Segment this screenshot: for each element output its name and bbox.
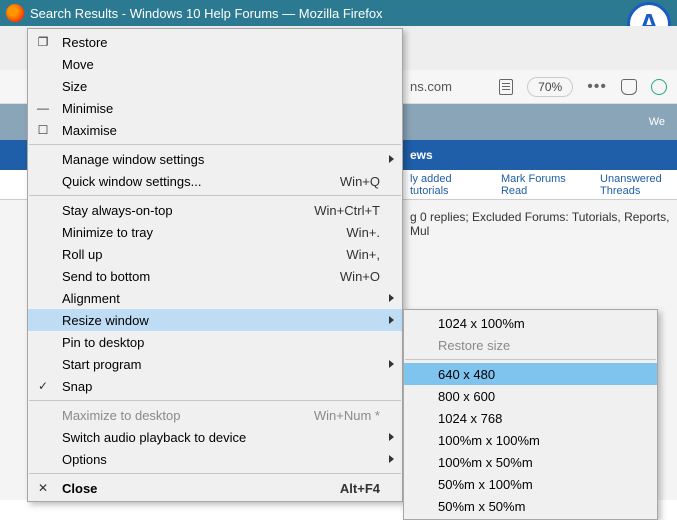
- menu-item-label: Snap: [62, 379, 380, 394]
- menu-item-switch-audio-playback-to-device[interactable]: Switch audio playback to device: [28, 426, 402, 448]
- forum-link[interactable]: ly added tutorials: [410, 173, 471, 197]
- menu-item-alignment[interactable]: Alignment: [28, 287, 402, 309]
- menu-item-minimize-to-tray[interactable]: Minimize to trayWin+.: [28, 221, 402, 243]
- menu-item-move[interactable]: Move: [28, 53, 402, 75]
- resize-option-50-m-x-100-m[interactable]: 50%m x 100%m: [404, 473, 657, 495]
- menu-separator: [29, 400, 401, 401]
- resize-option-100-m-x-50-m[interactable]: 100%m x 50%m: [404, 451, 657, 473]
- menu-item-label: Restore size: [438, 338, 643, 353]
- minimise-icon: —: [36, 101, 50, 115]
- submenu-arrow-icon: [389, 316, 394, 324]
- menu-item-label: Roll up: [62, 247, 346, 262]
- forum-link[interactable]: Unanswered Threads: [600, 173, 677, 197]
- resize-window-submenu: 1024 x 100%m Restore size 640 x 480 800 x 6…: [403, 309, 658, 520]
- zoom-indicator[interactable]: 70%: [527, 77, 573, 97]
- menu-item-accelerator: Win+,: [346, 247, 380, 262]
- page-actions-icon[interactable]: •••: [587, 78, 607, 96]
- submenu-arrow-icon: [389, 455, 394, 463]
- reader-mode-icon[interactable]: [499, 79, 513, 95]
- close-icon: ✕: [36, 481, 50, 495]
- menu-item-label: Manage window settings: [62, 152, 380, 167]
- menu-item-accelerator: Win+Num *: [314, 408, 380, 423]
- menu-item-accelerator: Win+O: [340, 269, 380, 284]
- forum-link[interactable]: Mark Forums Read: [501, 173, 570, 197]
- menu-item-label: 50%m x 100%m: [438, 477, 643, 492]
- menu-item-label: Close: [62, 481, 340, 496]
- menu-item-resize-window[interactable]: Resize window: [28, 309, 402, 331]
- submenu-arrow-icon: [389, 294, 394, 302]
- resize-option-640-x-480[interactable]: 640 x 480: [404, 363, 657, 385]
- results-text: g 0 replies; Excluded Forums: Tutorials,…: [410, 210, 669, 238]
- menu-item-label: 1024 x 768: [438, 411, 643, 426]
- menu-item-label: 100%m x 100%m: [438, 433, 643, 448]
- menu-item-snap[interactable]: ✓ Snap: [28, 375, 402, 397]
- menu-item-close[interactable]: ✕ CloseAlt+F4: [28, 477, 402, 499]
- restore-icon: ❐: [36, 35, 50, 49]
- menu-separator: [405, 359, 656, 360]
- menu-item-label: Start program: [62, 357, 380, 372]
- extension-icon[interactable]: [651, 79, 667, 95]
- menu-item-label: 100%m x 50%m: [438, 455, 643, 470]
- menu-item-send-to-bottom[interactable]: Send to bottomWin+O: [28, 265, 402, 287]
- menu-item-label: Maximise: [62, 123, 380, 138]
- menu-item-label: 800 x 600: [438, 389, 643, 404]
- menu-item-roll-up[interactable]: Roll upWin+,: [28, 243, 402, 265]
- menu-item-start-program[interactable]: Start program: [28, 353, 402, 375]
- menu-item-label: Pin to desktop: [62, 335, 380, 350]
- check-icon: ✓: [36, 379, 50, 393]
- menu-item-options[interactable]: Options: [28, 448, 402, 470]
- menu-item-accelerator: Alt+F4: [340, 481, 380, 496]
- menu-item-stay-always-on-top[interactable]: Stay always-on-topWin+Ctrl+T: [28, 199, 402, 221]
- resize-option-1024-x-100-m[interactable]: 1024 x 100%m: [404, 312, 657, 334]
- menu-item-label: Move: [62, 57, 380, 72]
- menu-item-size[interactable]: Size: [28, 75, 402, 97]
- menu-item-maximize-to-desktop: Maximize to desktopWin+Num *: [28, 404, 402, 426]
- menu-item-label: Send to bottom: [62, 269, 340, 284]
- menu-item-label: Size: [62, 79, 380, 94]
- submenu-arrow-icon: [389, 360, 394, 368]
- menu-item-accelerator: Win+Ctrl+T: [314, 203, 380, 218]
- resize-option-100-m-x-100-m[interactable]: 100%m x 100%m: [404, 429, 657, 451]
- menu-item-label: Alignment: [62, 291, 380, 306]
- menu-item-label: 640 x 480: [438, 367, 643, 382]
- resize-option-1024-x-768[interactable]: 1024 x 768: [404, 407, 657, 429]
- menu-item-label: Restore: [62, 35, 380, 50]
- menu-item-label: Maximize to desktop: [62, 408, 314, 423]
- menu-item-label: Switch audio playback to device: [62, 430, 380, 445]
- menu-separator: [29, 473, 401, 474]
- resize-option-800-x-600[interactable]: 800 x 600: [404, 385, 657, 407]
- menu-separator: [29, 144, 401, 145]
- submenu-arrow-icon: [389, 433, 394, 441]
- firefox-icon: [6, 4, 24, 22]
- window-system-menu: ❐ Restore Move Size — Minimise ☐ Maximise Manage…: [27, 28, 403, 502]
- nav-item[interactable]: ews: [410, 148, 433, 162]
- menu-item-restore[interactable]: ❐ Restore: [28, 31, 402, 53]
- menu-item-pin-to-desktop[interactable]: Pin to desktop: [28, 331, 402, 353]
- menu-item-minimise[interactable]: — Minimise: [28, 97, 402, 119]
- menu-item-label: Stay always-on-top: [62, 203, 314, 218]
- submenu-arrow-icon: [389, 155, 394, 163]
- menu-item-label: Resize window: [62, 313, 380, 328]
- menu-item-label: Minimise: [62, 101, 380, 116]
- menu-item-label: Options: [62, 452, 380, 467]
- menu-item-accelerator: Win+.: [346, 225, 380, 240]
- menu-item-maximise[interactable]: ☐ Maximise: [28, 119, 402, 141]
- menu-separator: [29, 195, 401, 196]
- pocket-icon[interactable]: [621, 79, 637, 95]
- menu-item-label: Quick window settings...: [62, 174, 340, 189]
- menu-item-accelerator: Win+Q: [340, 174, 380, 189]
- window-title: Search Results - Windows 10 Help Forums …: [30, 6, 383, 21]
- menu-item-quick-window-settings[interactable]: Quick window settings...Win+Q: [28, 170, 402, 192]
- window-titlebar[interactable]: Search Results - Windows 10 Help Forums …: [0, 0, 677, 26]
- resize-option-50-m-x-50-m[interactable]: 50%m x 50%m: [404, 495, 657, 517]
- resize-option-restore-size: Restore size: [404, 334, 657, 356]
- menu-item-label: 1024 x 100%m: [438, 316, 643, 331]
- menu-item-manage-window-settings[interactable]: Manage window settings: [28, 148, 402, 170]
- maximise-icon: ☐: [36, 123, 50, 137]
- menu-item-label: 50%m x 50%m: [438, 499, 643, 514]
- menu-item-label: Minimize to tray: [62, 225, 346, 240]
- banner-text: We: [649, 116, 665, 128]
